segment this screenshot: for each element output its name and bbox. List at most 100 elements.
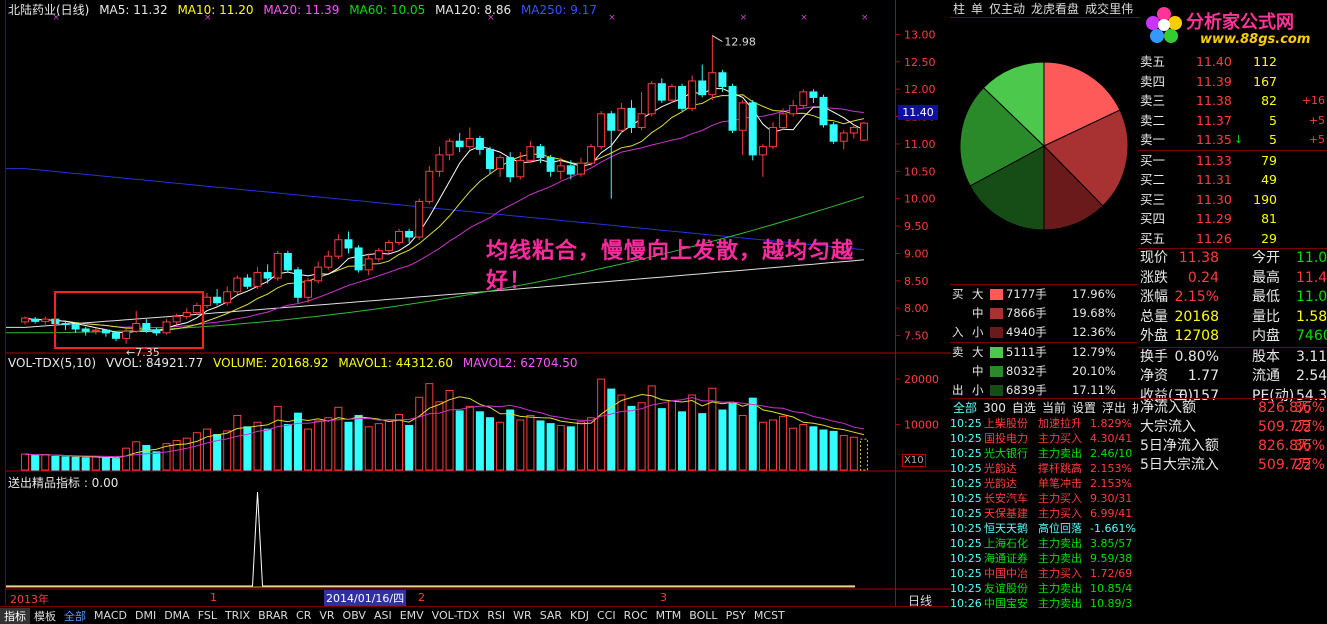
quote2-value: 1.77 [1187, 368, 1219, 384]
candle-body [617, 107, 626, 131]
quote-row: 涨幅 2.15% 最低 11.05 [1138, 288, 1327, 308]
volume-bar [819, 429, 828, 471]
tab-obv[interactable]: OBV [339, 609, 370, 622]
sell-order-row: 卖二 11.37 5 +5 [1138, 111, 1327, 131]
flow-volume: 4940手 [1006, 325, 1047, 339]
stream-tab-4[interactable]: 设置 [1069, 401, 1099, 415]
tab-trix[interactable]: TRIX [221, 609, 254, 622]
stream-tab-1[interactable]: 300 [980, 401, 1009, 415]
panel-tab-3[interactable]: 龙虎看盘 [1028, 0, 1082, 17]
tab-brar[interactable]: BRAR [254, 609, 292, 622]
stream-tab-5[interactable]: 浮出 [1099, 401, 1129, 415]
quote-value-2: 11.07 [1296, 250, 1327, 266]
panel-tab-2[interactable]: 仅主动 [986, 0, 1028, 17]
stream-row[interactable]: 10:25 上柴股份 加速拉升 1.829% [950, 416, 1138, 431]
stream-row[interactable]: 10:25 光韵达 撑杆跳高 2.153% [950, 461, 1138, 476]
stream-row[interactable]: 10:25 国投电力 主力买入 4.30/41 [950, 431, 1138, 446]
volume-bar [587, 417, 596, 471]
volume-bar [31, 454, 40, 471]
stream-name: 上柴股份 [984, 417, 1028, 430]
candle-body [31, 318, 40, 322]
tab-vol-tdx[interactable]: VOL-TDX [428, 609, 484, 622]
quote2-label: 净资 [1140, 368, 1168, 384]
stream-tab-2[interactable]: 自选 [1009, 401, 1039, 415]
tab-kdj[interactable]: KDJ [566, 609, 593, 622]
stream-value: 9.59/38 [1090, 552, 1133, 565]
volume-bar [21, 453, 30, 471]
tab-fsl[interactable]: FSL [194, 609, 221, 622]
vol-tick-label: 20000 [904, 373, 939, 386]
tab-emv[interactable]: EMV [396, 609, 428, 622]
stream-tab-0[interactable]: 全部 [950, 401, 980, 415]
price-tick-label: 10.50 [904, 165, 936, 178]
stream-name: 中国宝安 [984, 597, 1028, 610]
tab-psy[interactable]: PSY [722, 609, 750, 622]
volume-bar [405, 424, 414, 471]
candle-body [202, 296, 211, 306]
quote-value: 0.24 [1187, 269, 1219, 286]
volume-bar [324, 417, 333, 471]
candle-body [283, 252, 292, 271]
quote-value: 12708 [1174, 328, 1219, 344]
tab-dma[interactable]: DMA [160, 609, 194, 622]
stream-row[interactable]: 10:25 上海石化 主力卖出 3.85/57 [950, 536, 1138, 551]
panel-tab-0[interactable]: 柱 [950, 0, 968, 17]
candle-body [223, 291, 232, 304]
candle-body [374, 250, 383, 260]
flow-side-label: 入 [952, 325, 964, 339]
volume-bar [91, 456, 100, 471]
tab-asi[interactable]: ASI [370, 609, 396, 622]
sell-order-label: 卖五 [1140, 54, 1166, 69]
chart-area[interactable]: 12.98 ←7.35 × × × × × × × 北陆药业(日线) MA5: 11.32 MA… [6, 0, 895, 606]
stream-row[interactable]: 10:25 天保基建 主力买入 6.99/41 [950, 506, 1138, 521]
quote-label-2: 最高 [1252, 269, 1280, 286]
tab-dmi[interactable]: DMI [131, 609, 160, 622]
candle-body [21, 317, 30, 323]
date-axis: 2013年 1 2 3 2014/01/16/四 [6, 590, 895, 606]
quote2-label-2: 流通 [1252, 368, 1280, 384]
tab-roc[interactable]: ROC [620, 609, 652, 622]
tab-wr[interactable]: WR [509, 609, 536, 622]
tab-rsi[interactable]: RSI [483, 609, 509, 622]
tab-cr[interactable]: CR [292, 609, 315, 622]
sell-order-vol: 82 [1261, 93, 1277, 108]
tab-sar[interactable]: SAR [536, 609, 566, 622]
candle-body [253, 272, 262, 287]
volume-bar [546, 423, 555, 471]
stream-tab-6[interactable]: 扩大 [1129, 401, 1138, 415]
panel-tab-1[interactable]: 单 [968, 0, 986, 17]
tab-macd[interactable]: MACD [90, 609, 131, 622]
stream-action: 主力卖出 [1038, 447, 1082, 460]
stream-row[interactable]: 10:25 光大银行 主力卖出 2.46/10 [950, 446, 1138, 461]
tab-cci[interactable]: CCI [593, 609, 620, 622]
tab-mcst[interactable]: MCST [750, 609, 789, 622]
kline-chart-svg[interactable]: 12.98←7.35× × × × × × × [6, 0, 895, 606]
stream-row[interactable]: 10:26 中国宝安 主力卖出 10.89/3 [950, 596, 1138, 611]
fund-flow-label: 净流入额 [1140, 400, 1196, 416]
stream-row[interactable]: 10:25 友谊股份 主力卖出 10.85/4 [950, 581, 1138, 596]
flow-size-label: 大 [972, 345, 984, 359]
stream-value: 2.153% [1090, 462, 1132, 475]
tab-vr[interactable]: VR [315, 609, 338, 622]
tab-全部[interactable]: 全部 [60, 608, 90, 624]
panel-tab-4[interactable]: 成交里伟 [1082, 0, 1136, 17]
stream-row[interactable]: 10:25 海通证券 主力卖出 9.59/38 [950, 551, 1138, 566]
quote-label-2: 内盘 [1252, 328, 1280, 344]
tab-模板[interactable]: 模板 [30, 608, 60, 624]
stream-name: 海通证券 [984, 552, 1028, 565]
stream-row[interactable]: 10:25 长安汽车 主力买入 9.30/31 [950, 491, 1138, 506]
price-tick-label: 7.50 [904, 330, 929, 343]
tab-指标[interactable]: 指标 [0, 607, 30, 624]
stream-row[interactable]: 10:25 恒天天鹅 高位回落 -1.661% [950, 521, 1138, 536]
price-tick-label: 8.50 [904, 275, 929, 288]
buy-order-label: 买二 [1140, 172, 1166, 187]
stream-name: 国投电力 [984, 432, 1028, 445]
stream-row[interactable]: 10:25 光韵达 单笔冲击 2.153% [950, 476, 1138, 491]
quote2-value-2: 2.54亿 [1296, 368, 1327, 384]
stream-action: 主力买入 [1038, 432, 1082, 445]
tab-mtm[interactable]: MTM [652, 609, 686, 622]
stream-row[interactable]: 10:25 中国中冶 主力买入 1.72/69 [950, 566, 1138, 581]
tab-boll[interactable]: BOLL [685, 609, 721, 622]
volume-bar [445, 389, 454, 471]
stream-tab-3[interactable]: 当前 [1039, 401, 1069, 415]
